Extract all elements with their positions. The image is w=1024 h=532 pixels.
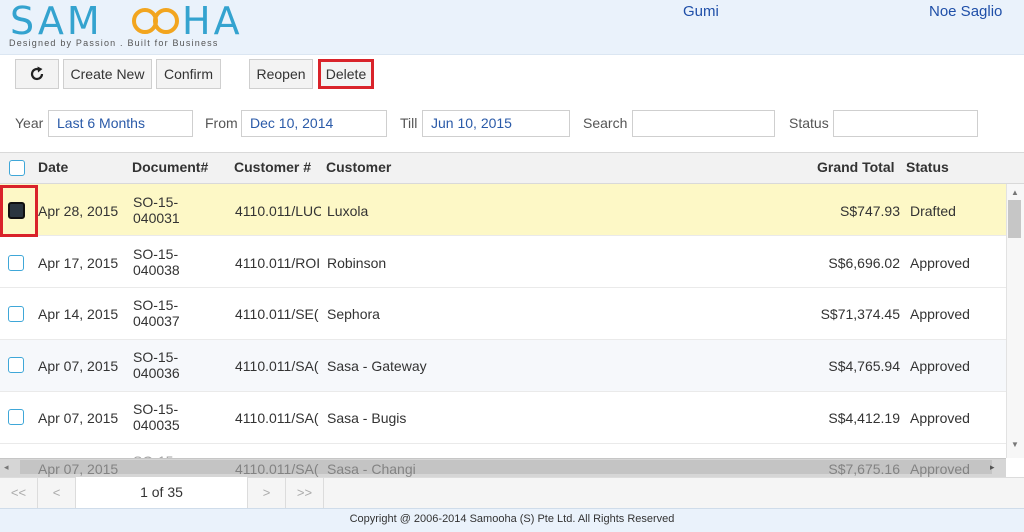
scroll-down-icon[interactable]: ▼ xyxy=(1011,440,1019,449)
from-date-input[interactable]: Dec 10, 2014 xyxy=(241,110,387,137)
create-new-button[interactable]: Create New xyxy=(63,59,152,89)
column-header-document[interactable]: Document# xyxy=(132,159,208,175)
row-customer: Sephora xyxy=(327,306,380,322)
row-status: Approved xyxy=(910,410,970,426)
row-grand-total: S$6,696.02 xyxy=(828,255,900,271)
row-grand-total: S$71,374.45 xyxy=(820,306,900,322)
row-document: SO-15- 040037 xyxy=(133,297,180,329)
refresh-button[interactable] xyxy=(15,59,59,89)
vertical-scroll-thumb[interactable] xyxy=(1008,200,1021,238)
row-status: Approved xyxy=(910,255,970,271)
logo-tagline: Designed by Passion . Built for Business xyxy=(9,38,219,48)
row-checkbox[interactable] xyxy=(8,357,24,373)
row-document: SO-15- 040038 xyxy=(133,246,180,278)
row-customer-no: 4110.011/SE( xyxy=(235,306,319,322)
row-date: Apr 28, 2015 xyxy=(38,203,119,219)
column-header-grand-total[interactable]: Grand Total xyxy=(817,159,895,175)
status-label: Status xyxy=(789,115,829,131)
till-label: Till xyxy=(400,115,418,131)
svg-text:HA: HA xyxy=(182,2,243,40)
row-customer: Sasa - Changi xyxy=(327,461,416,477)
row-document: SO-15- 040035 xyxy=(133,401,180,433)
row-grand-total: S$7,675.16 xyxy=(828,461,900,477)
row-grand-total: S$4,765.94 xyxy=(828,358,900,374)
copyright-footer: Copyright @ 2006-2014 Samooha (S) Pte Lt… xyxy=(0,508,1024,532)
page-indicator: 1 of 35 xyxy=(76,477,248,508)
reopen-button[interactable]: Reopen xyxy=(249,59,313,89)
scroll-left-icon[interactable]: ◂ xyxy=(4,462,9,473)
row-document: SO-15- 040036 xyxy=(133,349,180,381)
row-status: Approved xyxy=(910,358,970,374)
row-customer: Sasa - Gateway xyxy=(327,358,427,374)
row-customer: Robinson xyxy=(327,255,387,271)
row-customer-no: 4110.011/ROI xyxy=(235,255,321,271)
row-checkbox[interactable] xyxy=(8,255,24,271)
column-header-status[interactable]: Status xyxy=(906,159,949,175)
row-status: Approved xyxy=(910,461,970,477)
row-customer-no: 4110.011/SA( xyxy=(235,358,319,374)
row-status: Drafted xyxy=(910,203,956,219)
first-page-button[interactable]: << xyxy=(0,477,38,508)
row-customer: Luxola xyxy=(327,203,369,219)
year-label: Year xyxy=(15,115,44,131)
delete-button[interactable]: Delete xyxy=(318,59,374,89)
row-grand-total: S$4,412.19 xyxy=(828,410,900,426)
search-input[interactable] xyxy=(632,110,775,137)
row-date: Apr 07, 2015 xyxy=(38,461,119,477)
row-date: Apr 14, 2015 xyxy=(38,306,119,322)
till-date-input[interactable]: Jun 10, 2015 xyxy=(422,110,570,137)
confirm-button[interactable]: Confirm xyxy=(156,59,221,89)
last-page-button[interactable]: >> xyxy=(286,477,324,508)
from-label: From xyxy=(205,115,238,131)
row-date: Apr 07, 2015 xyxy=(38,358,119,374)
user-name[interactable]: Noe Saglio xyxy=(929,3,1002,20)
column-header-customer-no[interactable]: Customer # xyxy=(234,159,311,175)
row-customer-no: 4110.011/SA( xyxy=(235,461,319,477)
refresh-icon xyxy=(30,66,44,81)
row-grand-total: S$747.93 xyxy=(840,203,900,219)
column-header-date[interactable]: Date xyxy=(38,159,68,175)
row-date: Apr 07, 2015 xyxy=(38,410,119,426)
select-all-checkbox[interactable] xyxy=(9,160,25,176)
row-customer-no: 4110.011/LUC xyxy=(235,203,321,219)
row-document: SO-15- 040031 xyxy=(133,194,180,226)
row-checkbox[interactable] xyxy=(8,409,24,425)
row-status: Approved xyxy=(910,306,970,322)
scroll-up-icon[interactable]: ▲ xyxy=(1011,188,1019,197)
row-checkbox[interactable] xyxy=(8,306,24,322)
row-date: Apr 17, 2015 xyxy=(38,255,119,271)
row-customer: Sasa - Bugis xyxy=(327,410,407,426)
row-customer-no: 4110.011/SA( xyxy=(235,410,319,426)
svg-text:SAM: SAM xyxy=(10,2,103,40)
status-input[interactable] xyxy=(833,110,978,137)
year-select[interactable]: Last 6 Months xyxy=(48,110,193,137)
scroll-right-icon[interactable]: ▸ xyxy=(990,462,995,473)
prev-page-button[interactable]: < xyxy=(38,477,76,508)
next-page-button[interactable]: > xyxy=(248,477,286,508)
row-checkbox[interactable] xyxy=(8,202,25,219)
search-label: Search xyxy=(583,115,628,131)
column-header-customer[interactable]: Customer xyxy=(326,159,391,175)
company-name[interactable]: Gumi xyxy=(683,3,719,20)
samooha-logo-graphic: SAM HA xyxy=(10,0,243,43)
